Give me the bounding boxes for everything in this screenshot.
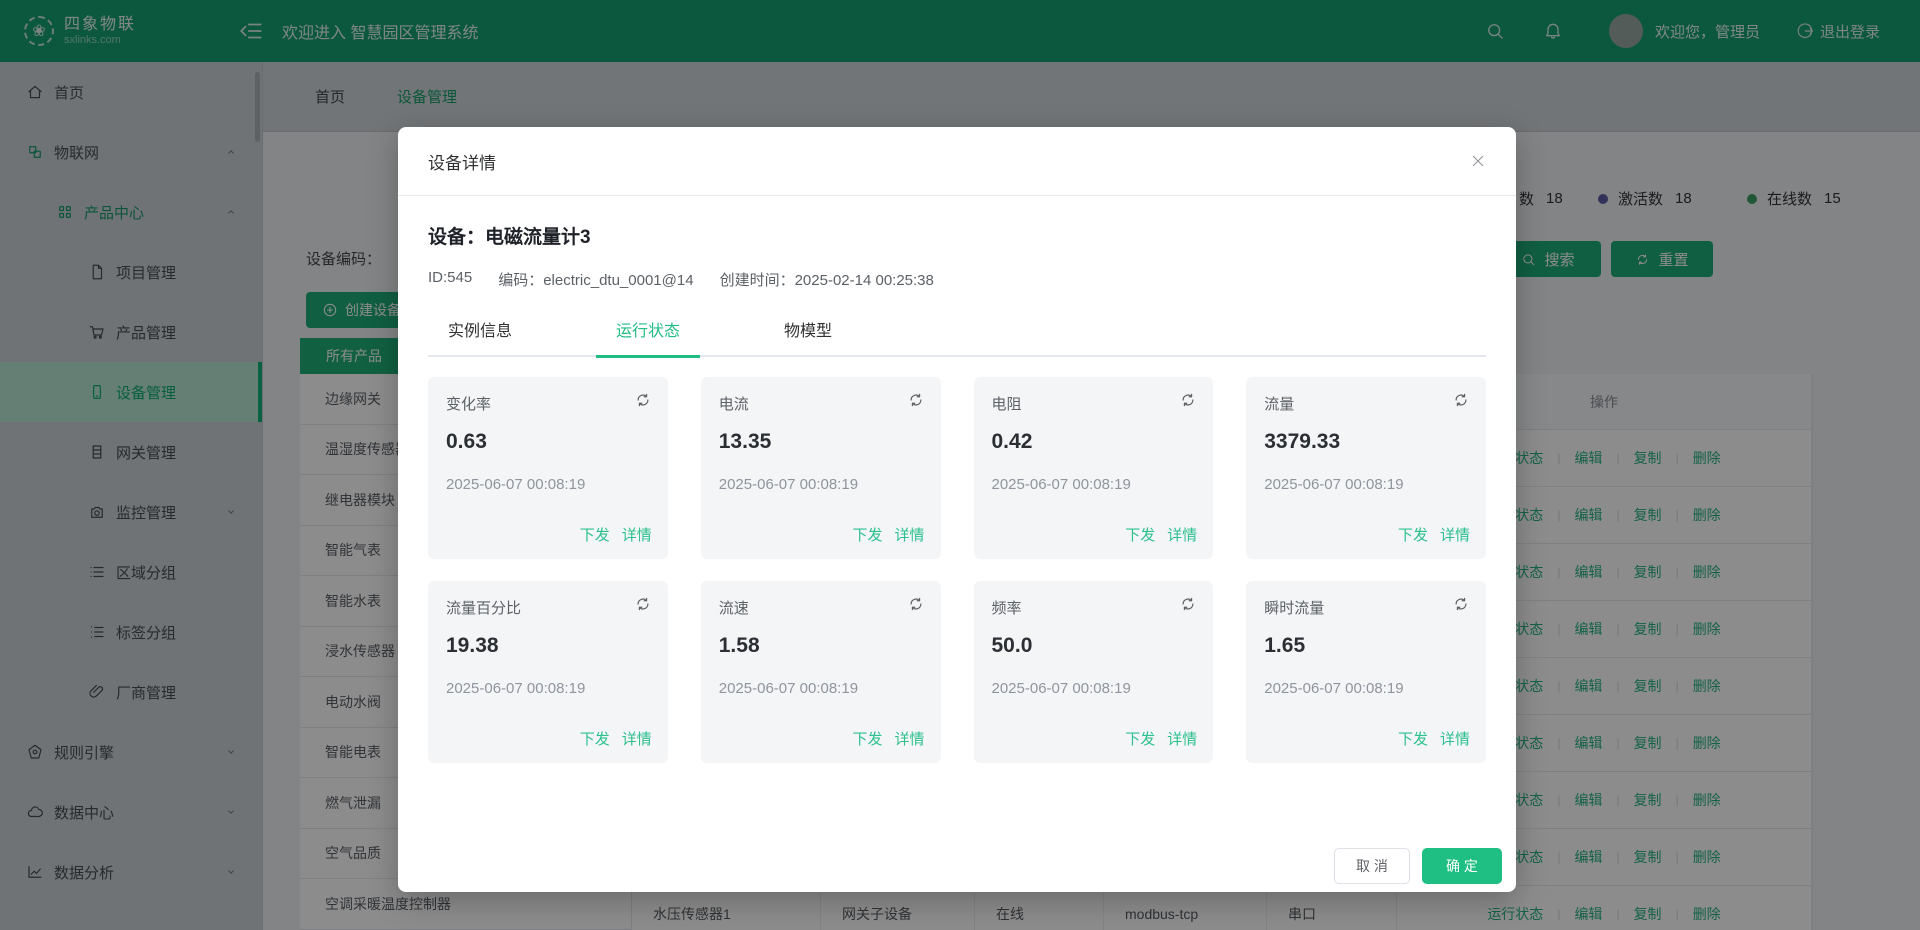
metric-action-详情[interactable]: 详情 bbox=[894, 524, 924, 545]
metric-timestamp: 2025-06-07 00:08:19 bbox=[719, 476, 923, 493]
metric-card-流量百分比: 流量百分比 19.38 2025-06-07 00:08:19 下发详情 bbox=[428, 581, 668, 763]
metric-label: 频率 bbox=[992, 597, 1196, 618]
metric-action-下发[interactable]: 下发 bbox=[580, 728, 610, 749]
metric-timestamp: 2025-06-07 00:08:19 bbox=[719, 680, 923, 697]
metric-action-详情[interactable]: 详情 bbox=[1167, 524, 1197, 545]
metric-label: 电流 bbox=[719, 393, 923, 414]
metric-action-详情[interactable]: 详情 bbox=[1167, 728, 1197, 749]
metric-action-详情[interactable]: 详情 bbox=[1440, 524, 1470, 545]
close-icon[interactable] bbox=[1470, 153, 1486, 169]
refresh-icon[interactable] bbox=[634, 391, 652, 409]
metric-card-流速: 流速 1.58 2025-06-07 00:08:19 下发详情 bbox=[701, 581, 941, 763]
modal-tab-物模型[interactable]: 物模型 bbox=[764, 317, 852, 356]
metric-label: 瞬时流量 bbox=[1264, 597, 1468, 618]
metric-value: 3379.33 bbox=[1264, 430, 1468, 454]
metric-action-下发[interactable]: 下发 bbox=[852, 728, 882, 749]
refresh-icon[interactable] bbox=[1452, 595, 1470, 613]
metric-action-下发[interactable]: 下发 bbox=[1398, 524, 1428, 545]
metric-action-详情[interactable]: 详情 bbox=[622, 728, 652, 749]
metric-timestamp: 2025-06-07 00:08:19 bbox=[1264, 476, 1468, 493]
metric-actions: 下发详情 bbox=[852, 728, 924, 749]
metric-label: 变化率 bbox=[446, 393, 650, 414]
metric-card-变化率: 变化率 0.63 2025-06-07 00:08:19 下发详情 bbox=[428, 377, 668, 559]
device-code: 编码：electric_dtu_0001@14 bbox=[498, 269, 693, 290]
device-detail-modal: 设备详情 设备：电磁流量计3 ID:545 编码：electric_dtu_00… bbox=[398, 127, 1516, 892]
metric-actions: 下发详情 bbox=[1398, 728, 1470, 749]
metric-action-详情[interactable]: 详情 bbox=[894, 728, 924, 749]
metric-value: 1.65 bbox=[1264, 634, 1468, 658]
device-meta: ID:545 编码：electric_dtu_0001@14 创建时间：2025… bbox=[428, 269, 1486, 290]
app-root: ❀ 四象物联 sxlinks.com 欢迎进入 智慧园区管理系统 欢迎您，管理员… bbox=[0, 0, 1920, 930]
device-created: 创建时间：2025-02-14 00:25:38 bbox=[720, 269, 934, 290]
metric-card-频率: 频率 50.0 2025-06-07 00:08:19 下发详情 bbox=[974, 581, 1214, 763]
modal-tab-运行状态[interactable]: 运行状态 bbox=[596, 317, 700, 358]
refresh-icon[interactable] bbox=[1179, 595, 1197, 613]
metric-action-详情[interactable]: 详情 bbox=[1440, 728, 1470, 749]
metric-action-下发[interactable]: 下发 bbox=[852, 524, 882, 545]
metric-timestamp: 2025-06-07 00:08:19 bbox=[446, 476, 650, 493]
metric-card-电阻: 电阻 0.42 2025-06-07 00:08:19 下发详情 bbox=[974, 377, 1214, 559]
metric-timestamp: 2025-06-07 00:08:19 bbox=[1264, 680, 1468, 697]
metric-label: 电阻 bbox=[992, 393, 1196, 414]
metric-value: 50.0 bbox=[992, 634, 1196, 658]
confirm-button[interactable]: 确 定 bbox=[1422, 848, 1502, 884]
metric-action-下发[interactable]: 下发 bbox=[580, 524, 610, 545]
metric-label: 流量百分比 bbox=[446, 597, 650, 618]
metric-timestamp: 2025-06-07 00:08:19 bbox=[446, 680, 650, 697]
refresh-icon[interactable] bbox=[907, 595, 925, 613]
metric-action-下发[interactable]: 下发 bbox=[1125, 524, 1155, 545]
metric-card-瞬时流量: 瞬时流量 1.65 2025-06-07 00:08:19 下发详情 bbox=[1246, 581, 1486, 763]
metric-value: 13.35 bbox=[719, 430, 923, 454]
device-id: ID:545 bbox=[428, 269, 472, 290]
metric-actions: 下发详情 bbox=[580, 524, 652, 545]
metric-action-下发[interactable]: 下发 bbox=[1125, 728, 1155, 749]
metric-timestamp: 2025-06-07 00:08:19 bbox=[992, 680, 1196, 697]
refresh-icon[interactable] bbox=[1179, 391, 1197, 409]
metric-value: 1.58 bbox=[719, 634, 923, 658]
modal-title: 设备详情 bbox=[428, 149, 496, 174]
metric-timestamp: 2025-06-07 00:08:19 bbox=[992, 476, 1196, 493]
modal-tab-实例信息[interactable]: 实例信息 bbox=[428, 317, 532, 356]
metric-label: 流量 bbox=[1264, 393, 1468, 414]
metric-value: 0.42 bbox=[992, 430, 1196, 454]
metric-value: 19.38 bbox=[446, 634, 650, 658]
metric-actions: 下发详情 bbox=[580, 728, 652, 749]
refresh-icon[interactable] bbox=[1452, 391, 1470, 409]
metric-value: 0.63 bbox=[446, 430, 650, 454]
metric-actions: 下发详情 bbox=[1398, 524, 1470, 545]
refresh-icon[interactable] bbox=[907, 391, 925, 409]
device-title: 设备：电磁流量计3 bbox=[428, 222, 1486, 249]
metric-card-流量: 流量 3379.33 2025-06-07 00:08:19 下发详情 bbox=[1246, 377, 1486, 559]
metric-actions: 下发详情 bbox=[1125, 728, 1197, 749]
metric-label: 流速 bbox=[719, 597, 923, 618]
metric-action-下发[interactable]: 下发 bbox=[1398, 728, 1428, 749]
refresh-icon[interactable] bbox=[634, 595, 652, 613]
metric-card-电流: 电流 13.35 2025-06-07 00:08:19 下发详情 bbox=[701, 377, 941, 559]
metric-actions: 下发详情 bbox=[852, 524, 924, 545]
metric-actions: 下发详情 bbox=[1125, 524, 1197, 545]
cancel-button[interactable]: 取 消 bbox=[1334, 848, 1410, 884]
metric-action-详情[interactable]: 详情 bbox=[622, 524, 652, 545]
